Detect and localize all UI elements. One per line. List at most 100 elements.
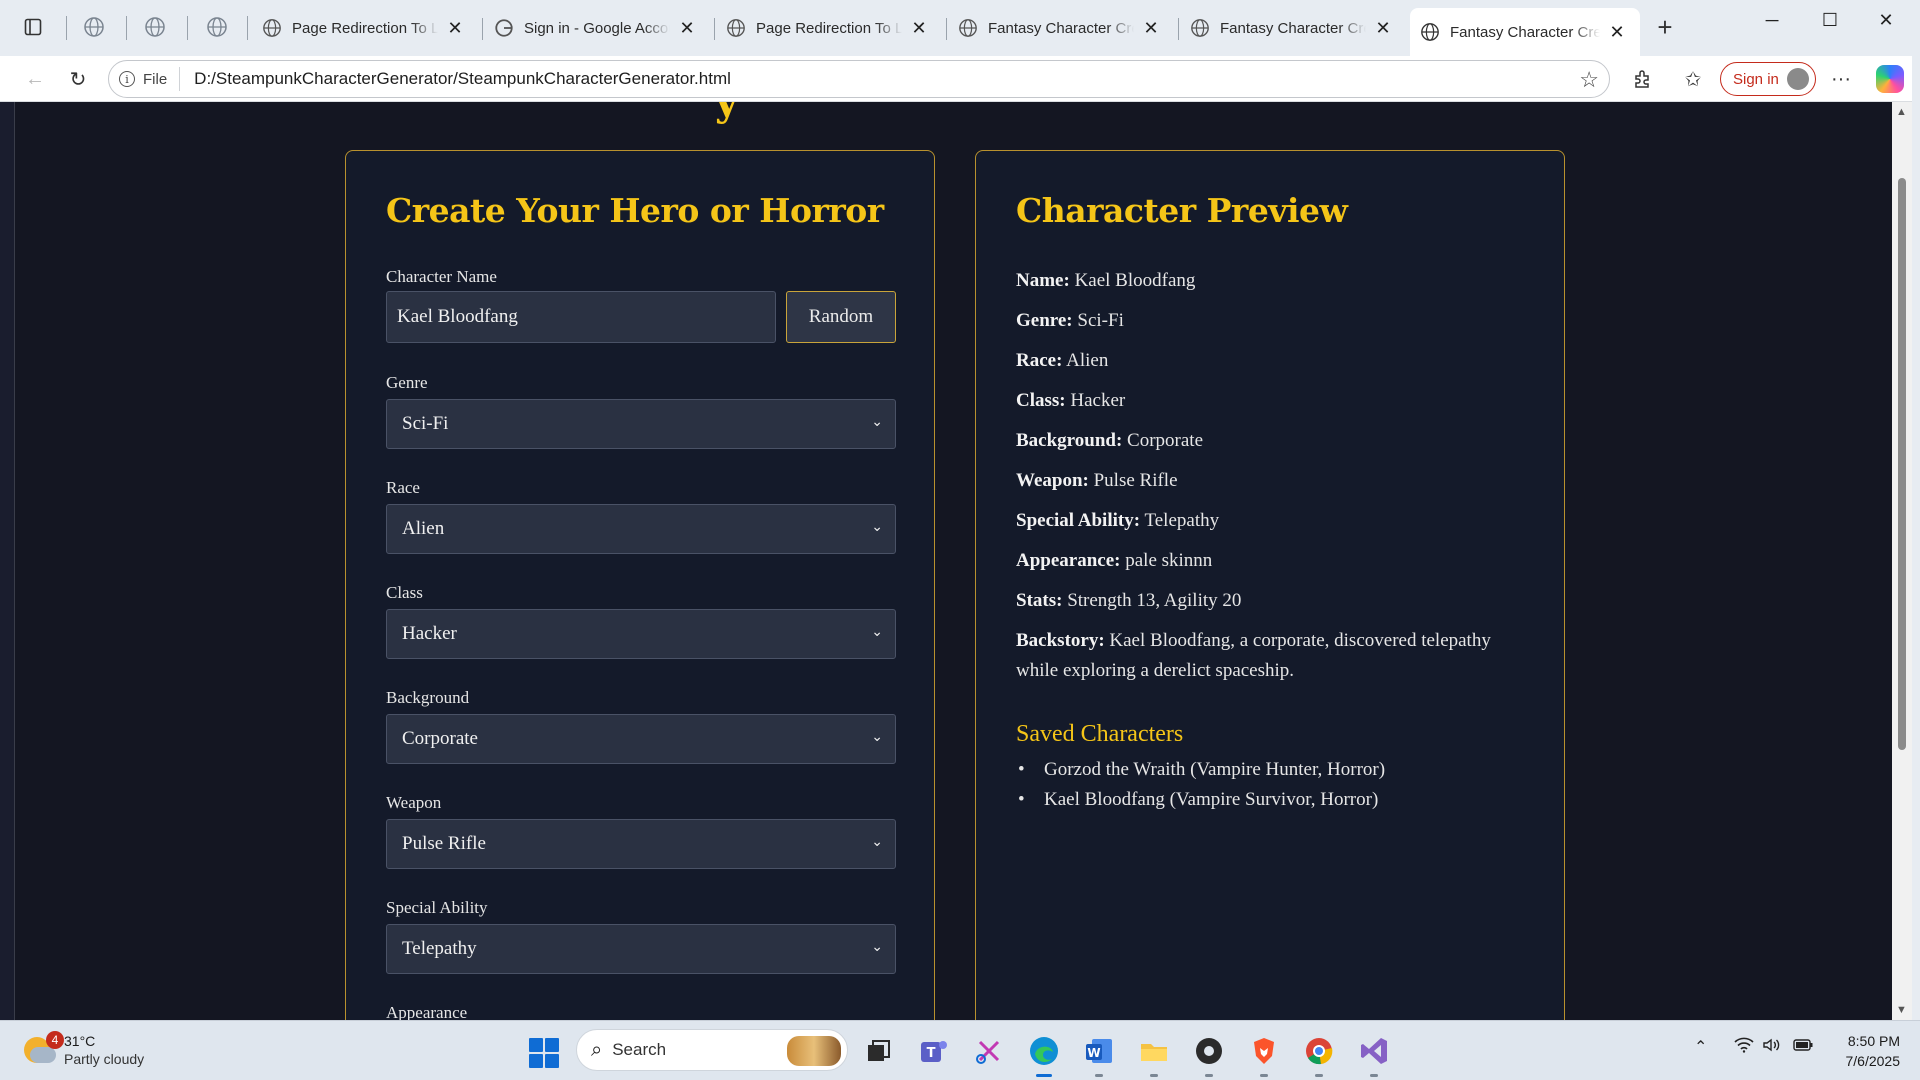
tab-actions-icon[interactable]	[20, 14, 46, 40]
form-title: Create Your Hero or Horror	[386, 191, 884, 230]
temperature: 31°C	[64, 1033, 96, 1049]
minimize-icon[interactable]: ─	[1752, 10, 1792, 31]
system-clock[interactable]: 8:50 PM 7/6/2025	[1820, 1031, 1901, 1071]
character-name-label: Character Name	[386, 267, 497, 286]
preview-value: Telepathy	[1144, 510, 1220, 531]
chevron-down-icon: ⌄	[871, 834, 883, 850]
race-select-value: Alien	[402, 518, 445, 539]
scrollbar-thumb[interactable]	[1898, 178, 1906, 750]
address-bar[interactable]: i File D:/SteampunkCharacterGenerator/St…	[108, 60, 1610, 98]
sign-in-button[interactable]: Sign in	[1720, 62, 1816, 96]
weapon-select[interactable]: Pulse Rifle ⌄	[386, 819, 896, 869]
random-name-button[interactable]: Random	[786, 291, 896, 343]
genre-select[interactable]: Sci-Fi ⌄	[386, 399, 896, 449]
background-label: Background	[386, 688, 470, 707]
preview-row-backstory: Backstory: Kael Bloodfang, a corporate, …	[1016, 626, 1536, 686]
taskbar-search[interactable]: ⌕ Search	[576, 1029, 848, 1071]
close-tab-icon[interactable]: ✕	[678, 18, 696, 39]
close-window-icon[interactable]: ✕	[1866, 10, 1906, 31]
special-ability-label: Special Ability	[386, 898, 488, 917]
preview-key: Genre:	[1016, 310, 1073, 331]
refresh-icon[interactable]: ↻	[63, 64, 93, 94]
open-app-indicator	[1370, 1074, 1378, 1077]
pinned-tab-globe-icon[interactable]	[144, 16, 168, 40]
aperture-app-icon[interactable]	[1192, 1034, 1226, 1077]
favorites-icon[interactable]: ✩	[1678, 64, 1708, 94]
background-select-value: Corporate	[402, 728, 478, 749]
windows-start-icon[interactable]	[529, 1038, 559, 1068]
new-tab-icon[interactable]: +	[1650, 12, 1680, 43]
race-select[interactable]: Alien ⌄	[386, 504, 896, 554]
open-app-indicator	[1260, 1074, 1268, 1077]
wifi-icon[interactable]	[1734, 1037, 1754, 1058]
open-app-indicator	[1205, 1074, 1213, 1077]
site-info-button[interactable]: i File	[119, 67, 181, 91]
open-app-indicator	[1315, 1074, 1323, 1077]
visual-studio-icon[interactable]	[1357, 1034, 1391, 1077]
special-ability-select[interactable]: Telepathy ⌄	[386, 924, 896, 974]
browser-tab[interactable]: Page Redirection To Lo ✕	[716, 8, 942, 48]
scroll-down-icon[interactable]: ▼	[1896, 1004, 1907, 1016]
more-menu-icon[interactable]: ···	[1826, 64, 1856, 94]
tab-divider	[946, 18, 947, 40]
preview-row-stats: Stats: Strength 13, Agility 20	[1016, 586, 1536, 616]
page-viewport: y Create Your Hero or Horror Character N…	[14, 102, 1892, 1020]
close-tab-icon[interactable]: ✕	[446, 18, 464, 39]
copilot-icon[interactable]	[1876, 65, 1904, 93]
close-tab-icon[interactable]: ✕	[910, 18, 928, 39]
weapon-label: Weapon	[386, 793, 442, 812]
background-select[interactable]: Corporate ⌄	[386, 714, 896, 764]
weather-widget[interactable]: 4 31°C Partly cloudy	[20, 1031, 160, 1071]
saved-characters-list: Gorzod the Wraith (Vampire Hunter, Horro…	[1016, 755, 1385, 815]
battery-icon[interactable]	[1792, 1037, 1814, 1058]
extensions-puzzle-icon[interactable]	[1628, 64, 1658, 94]
browser-tab[interactable]: Fantasy Character Creat ✕	[1180, 8, 1406, 48]
url-text[interactable]: D:/SteampunkCharacterGenerator/Steampunk…	[194, 69, 731, 89]
teams-icon[interactable]: T	[917, 1034, 951, 1068]
show-hidden-icons-icon[interactable]: ⌃	[1694, 1037, 1707, 1057]
saved-character-item[interactable]: Kael Bloodfang (Vampire Survivor, Horror…	[1016, 785, 1385, 815]
task-view-icon[interactable]	[862, 1034, 896, 1068]
chevron-down-icon: ⌄	[871, 414, 883, 430]
preview-row-name: Name: Kael Bloodfang	[1016, 266, 1536, 296]
file-explorer-icon[interactable]	[1137, 1034, 1171, 1077]
pinned-tab-globe-icon[interactable]	[206, 16, 230, 40]
tab-title: Sign in - Google Accou	[524, 19, 670, 37]
close-tab-icon[interactable]: ✕	[1374, 18, 1392, 39]
brave-browser-icon[interactable]	[1247, 1034, 1281, 1077]
close-tab-icon[interactable]: ✕	[1608, 22, 1626, 43]
favorite-star-icon[interactable]: ☆	[1579, 67, 1599, 93]
preview-row-class: Class: Hacker	[1016, 386, 1536, 416]
tab-title: Page Redirection To Lo	[756, 19, 902, 37]
special-ability-select-value: Telepathy	[402, 938, 477, 959]
chevron-down-icon: ⌄	[871, 729, 883, 745]
browser-tab[interactable]: Page Redirection To Lo ✕	[252, 8, 478, 48]
tab-title: Fantasy Character Creat	[1450, 23, 1600, 41]
back-arrow-icon[interactable]: ←	[20, 64, 50, 94]
maximize-icon[interactable]: ☐	[1810, 10, 1850, 31]
race-label: Race	[386, 478, 420, 497]
word-icon[interactable]: W	[1082, 1034, 1116, 1077]
scroll-up-icon[interactable]: ▲	[1896, 106, 1907, 118]
page-heading-partial: y	[715, 102, 738, 125]
pinned-tab-globe-icon[interactable]	[83, 16, 107, 40]
edge-browser-icon[interactable]	[1027, 1034, 1061, 1077]
search-placeholder: Search	[612, 1040, 667, 1059]
character-name-input[interactable]: Kael Bloodfang	[386, 291, 776, 343]
browser-tab[interactable]: Fantasy Character Creat ✕	[948, 8, 1174, 48]
class-select[interactable]: Hacker ⌄	[386, 609, 896, 659]
browser-tab-active[interactable]: Fantasy Character Creat ✕	[1410, 8, 1640, 56]
preview-value: Hacker	[1070, 390, 1126, 411]
snipping-tool-icon[interactable]	[972, 1034, 1006, 1068]
saved-character-item[interactable]: Gorzod the Wraith (Vampire Hunter, Horro…	[1016, 755, 1385, 785]
tab-divider	[482, 18, 483, 40]
appearance-label: Appearance	[386, 1003, 468, 1020]
page-scrollbar[interactable]: ▲ ▼	[1892, 102, 1912, 1020]
preview-key: Stats:	[1016, 590, 1063, 611]
browser-tab[interactable]: Sign in - Google Accou ✕	[484, 8, 710, 48]
window-frame	[1912, 56, 1920, 1020]
volume-icon[interactable]	[1762, 1037, 1782, 1058]
chrome-icon[interactable]	[1302, 1034, 1336, 1077]
preview-value: Pulse Rifle	[1093, 470, 1178, 491]
close-tab-icon[interactable]: ✕	[1142, 18, 1160, 39]
